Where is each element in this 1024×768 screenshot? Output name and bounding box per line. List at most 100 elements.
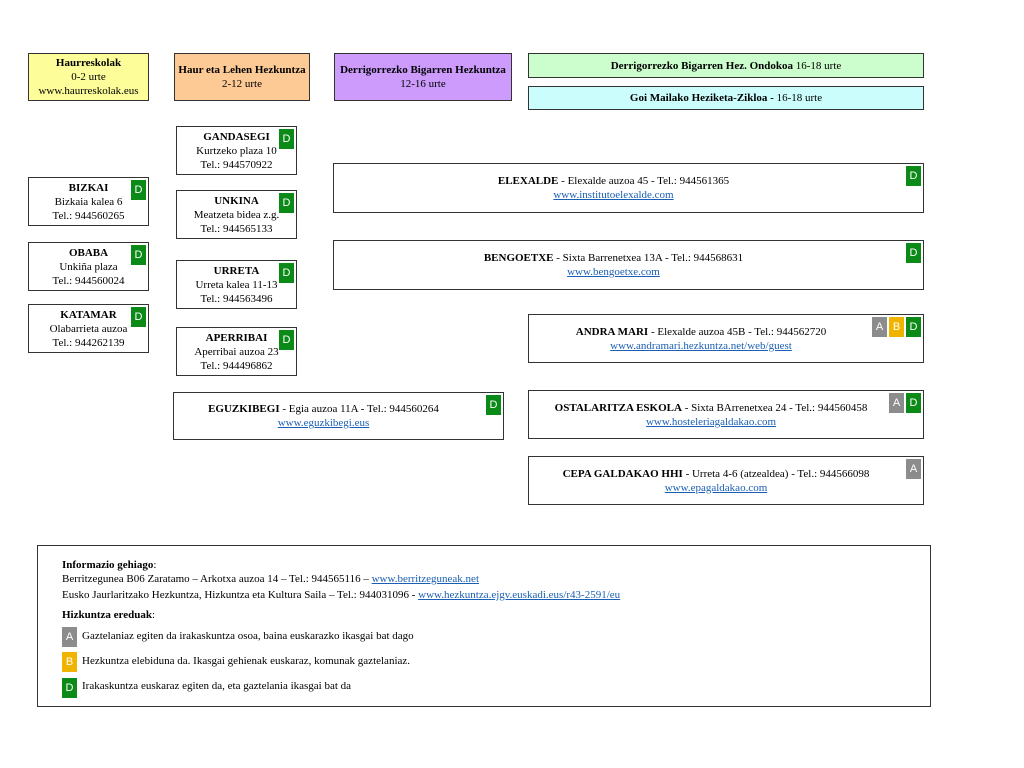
school-card-unkina: UNKINA Meatzeta bidea z.g. Tel.: 9445651…: [176, 190, 297, 239]
school-name: KATAMAR: [60, 308, 117, 321]
school-phone: Tel.: 944496862: [200, 359, 273, 372]
model-a-badge: A: [872, 317, 887, 337]
school-name: URRETA: [213, 264, 260, 277]
header-age: 16-18 urte: [795, 59, 842, 72]
school-card-ostalaritza-eskola: OSTALARITZA ESKOLA - Sixta BArrenetxea 2…: [528, 390, 924, 439]
school-name: BENGOETXE: [483, 252, 554, 264]
berritzeguneak-link[interactable]: www.berritzeguneak.net: [372, 573, 479, 585]
school-website-link[interactable]: www.institutoelexalde.com: [553, 188, 673, 202]
school-name: GANDASEGI: [203, 130, 270, 143]
school-address: Unkiña plaza: [59, 260, 118, 273]
school-website-link[interactable]: www.eguzkibegi.eus: [278, 416, 370, 430]
header-age: 2-12 urte: [221, 78, 262, 90]
header-age: 0-2 urte: [71, 71, 106, 83]
school-name: ANDRA MARI: [575, 325, 649, 338]
legend-title-line: Hizkuntza ereduak:: [62, 609, 156, 621]
school-name: CEPA GALDAKAO HHI: [562, 467, 683, 480]
legend-model-a-text: Gaztelaniaz egiten da irakaskuntza osoa,…: [82, 630, 414, 642]
school-phone: Tel.: 944262139: [52, 336, 125, 349]
model-d-badge: D: [279, 129, 294, 149]
info-line-berritzegunea: Berritzegunea B06 Zaratamo – Arkotxa auz…: [62, 573, 479, 585]
school-website-link[interactable]: www.hosteleriagaldakao.com: [646, 415, 776, 429]
header-title: Goi Mailako Heziketa-Zikloa -: [629, 92, 774, 104]
info-title: Informazio gehiago: [62, 559, 154, 571]
school-address: Meatzeta bidea z.g.: [193, 208, 280, 221]
school-name: BIZKAI: [68, 181, 109, 194]
header-title: Derrigorrezko Bigarren Hez. Ondokoa: [610, 59, 794, 72]
header-age: 12-16 urte: [400, 78, 446, 90]
school-name: EGUZKIBEGI: [208, 403, 280, 415]
school-website-link[interactable]: www.epagaldakao.com: [665, 481, 768, 495]
header-title: Haurreskolak: [55, 57, 122, 69]
model-d-badge: D: [279, 193, 294, 213]
school-address: Kurtzeko plaza 10: [196, 144, 277, 157]
legend-model-b-text: Hezkuntza elebiduna da. Ikasgai gehienak…: [82, 655, 411, 667]
school-name: ELEXALDE: [497, 175, 559, 187]
header-age: 16-18 urte: [776, 92, 823, 104]
school-details: - Sixta Barrenetxea 13A - Tel.: 94456863…: [553, 252, 744, 264]
header-ondokoa: Derrigorrezko Bigarren Hez. Ondokoa 16-1…: [528, 53, 924, 78]
school-details: - Egia auzoa 11A - Tel.: 944560264: [279, 403, 439, 415]
school-card-obaba: OBABA Unkiña plaza Tel.: 944560024 D: [28, 242, 149, 291]
school-phone: Tel.: 944560265: [52, 209, 125, 222]
legend-model-a-badge: A: [62, 627, 77, 647]
school-card-gandasegi: GANDASEGI Kurtzeko plaza 10 Tel.: 944570…: [176, 126, 297, 175]
school-phone: Tel.: 944560024: [52, 274, 125, 287]
school-name: UNKINA: [214, 194, 259, 207]
school-phone: Tel.: 944570922: [200, 158, 273, 171]
header-title: Haur eta Lehen Hezkuntza: [178, 64, 306, 76]
school-name: OSTALARITZA ESKOLA: [554, 401, 682, 414]
school-address: Bizkaia kalea 6: [54, 195, 123, 208]
header-haurreskolak: Haurreskolak 0-2 urte www.haurreskolak.e…: [28, 53, 149, 101]
legend-model-b-badge: B: [62, 652, 77, 672]
school-name: OBABA: [68, 246, 109, 259]
model-d-badge: D: [906, 166, 921, 186]
model-d-badge: D: [131, 307, 146, 327]
model-b-badge: B: [889, 317, 904, 337]
info-line-eusko-jaurlaritza: Eusko Jaurlaritzako Hezkuntza, Hizkuntza…: [62, 589, 620, 601]
model-a-badge: A: [889, 393, 904, 413]
school-details: - Elexalde auzoa 45 - Tel.: 944561365: [558, 175, 730, 187]
school-card-katamar: KATAMAR Olabarrieta auzoa Tel.: 94426213…: [28, 304, 149, 353]
school-card-aperribai: APERRIBAI Aperribai auzoa 23 Tel.: 94449…: [176, 327, 297, 376]
legend-model-d-badge: D: [62, 678, 77, 698]
school-website-link[interactable]: www.bengoetxe.com: [567, 265, 660, 279]
hezkuntza-link[interactable]: www.hezkuntza.ejgv.euskadi.eus/r43-2591/…: [418, 589, 620, 601]
header-title: Derrigorrezko Bigarren Hezkuntza: [340, 64, 506, 76]
school-card-urreta: URRETA Urreta kalea 11-13 Tel.: 94456349…: [176, 260, 297, 309]
model-d-badge: D: [279, 263, 294, 283]
school-phone: Tel.: 944563496: [200, 292, 273, 305]
model-d-badge: D: [906, 243, 921, 263]
info-panel: Informazio gehiago: Berritzegunea B06 Za…: [37, 545, 931, 707]
model-a-badge: A: [906, 459, 921, 479]
school-card-cepa-galdakao: CEPA GALDAKAO HHI - Urreta 4-6 (atzealde…: [528, 456, 924, 505]
school-card-andra-mari: ANDRA MARI - Elexalde auzoa 45B - Tel.: …: [528, 314, 924, 363]
header-lehen-hezkuntza: Haur eta Lehen Hezkuntza 2-12 urte: [174, 53, 310, 101]
model-d-badge: D: [131, 245, 146, 265]
school-name: APERRIBAI: [205, 331, 268, 344]
school-details: - Urreta 4-6 (atzealdea) - Tel.: 9445660…: [682, 467, 870, 480]
school-website-link[interactable]: www.andramari.hezkuntza.net/web/guest: [610, 339, 792, 353]
header-web: www.haurreskolak.eus: [38, 85, 139, 97]
legend-title: Hizkuntza ereduak: [62, 609, 152, 621]
info-line-text: Eusko Jaurlaritzako Hezkuntza, Hizkuntza…: [62, 589, 419, 601]
school-card-bengoetxe: BENGOETXE - Sixta Barrenetxea 13A - Tel.…: [333, 240, 924, 290]
school-details: - Elexalde auzoa 45B - Tel.: 944562720: [648, 325, 827, 338]
info-line-text: Berritzegunea B06 Zaratamo – Arkotxa auz…: [62, 573, 372, 585]
info-title-line: Informazio gehiago:: [62, 559, 157, 571]
school-address: Olabarrieta auzoa: [49, 322, 128, 335]
header-dbh: Derrigorrezko Bigarren Hezkuntza 12-16 u…: [334, 53, 512, 101]
school-card-eguzkibegi: EGUZKIBEGI - Egia auzoa 11A - Tel.: 9445…: [173, 392, 504, 440]
legend-model-d-text: Irakaskuntza euskaraz egiten da, eta gaz…: [82, 680, 352, 692]
school-phone: Tel.: 944565133: [200, 222, 273, 235]
model-d-badge: D: [906, 317, 921, 337]
model-d-badge: D: [486, 395, 501, 415]
header-goi-mailako: Goi Mailako Heziketa-Zikloa - 16-18 urte: [528, 86, 924, 110]
school-card-elexalde: ELEXALDE - Elexalde auzoa 45 - Tel.: 944…: [333, 163, 924, 213]
model-d-badge: D: [131, 180, 146, 200]
school-address: Aperribai auzoa 23: [194, 345, 279, 358]
school-address: Urreta kalea 11-13: [195, 278, 278, 291]
model-d-badge: D: [279, 330, 294, 350]
model-d-badge: D: [906, 393, 921, 413]
school-details: - Sixta BArrenetxea 24 - Tel.: 944560458: [681, 401, 868, 414]
